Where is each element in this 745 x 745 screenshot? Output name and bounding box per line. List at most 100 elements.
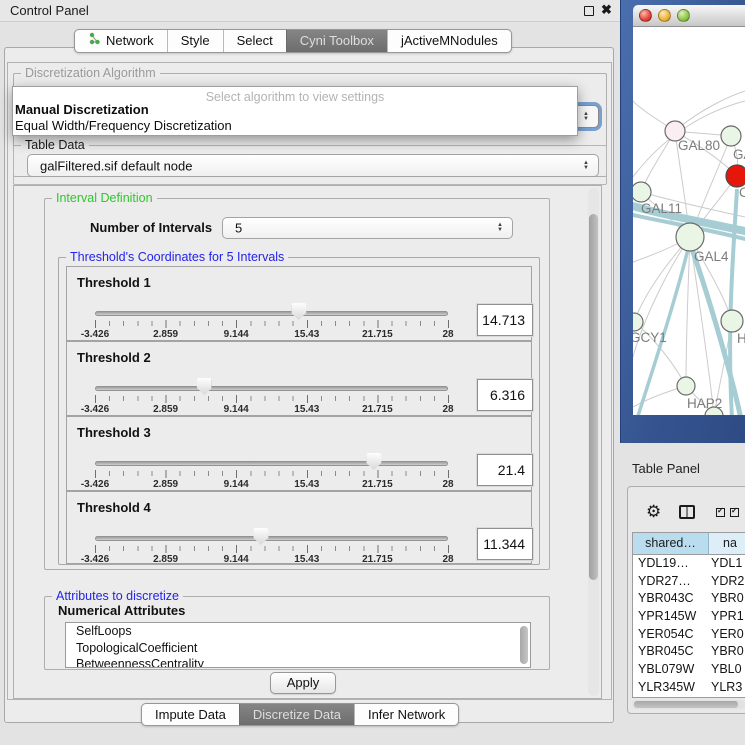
tab-discretize-data[interactable]: Discretize Data — [239, 704, 354, 725]
slider-track[interactable] — [95, 311, 448, 316]
table-row[interactable]: YBR045CYBR0 — [633, 643, 745, 661]
network-canvas[interactable]: GAL80 GA C GAL11 GAL4 GCY1 H HAP2 — [633, 27, 745, 415]
cell[interactable]: YDL1 — [709, 555, 745, 573]
cell[interactable]: YBR045C — [633, 643, 709, 661]
tab-select[interactable]: Select — [223, 30, 286, 52]
tick-label: 21.715 — [362, 329, 393, 340]
thresholds-group: Threshold's Coordinates for 5 Intervals … — [58, 257, 540, 565]
list-scrollbar[interactable] — [520, 626, 528, 664]
tab-cyni-toolbox-label: Cyni Toolbox — [300, 30, 374, 52]
threshold-2-value-field[interactable]: 6.316 — [477, 379, 533, 411]
tick-label: 9.144 — [224, 329, 249, 340]
node-label-h: H — [737, 331, 745, 346]
float-window-icon[interactable] — [584, 6, 594, 16]
table-row[interactable]: YDL19…YDL1 — [633, 555, 745, 573]
node-gal4[interactable] — [676, 223, 704, 251]
threshold-3-slider[interactable]: -3.426 2.859 9.144 15.43 21.715 28 — [95, 457, 448, 491]
cell[interactable]: YER054C — [633, 626, 709, 644]
checkbox-icon[interactable] — [716, 508, 725, 517]
tab-impute-data[interactable]: Impute Data — [142, 704, 239, 725]
tick-label: 28 — [442, 554, 453, 565]
apply-button[interactable]: Apply — [270, 672, 336, 694]
tab-jactivemnodules[interactable]: jActiveMNodules — [387, 30, 511, 52]
column-header-shared-name[interactable]: shared… — [633, 533, 709, 554]
tab-network[interactable]: Network — [75, 30, 167, 52]
threshold-3-slider-handle[interactable] — [366, 453, 381, 470]
list-item[interactable]: TopologicalCoefficient — [66, 640, 530, 657]
table-row[interactable]: YBL079WYBL0 — [633, 661, 745, 679]
cell[interactable]: YBR043C — [633, 590, 709, 608]
cell[interactable]: YDR27… — [633, 573, 709, 591]
number-of-intervals-spinner[interactable]: 5 ▲▼ — [222, 217, 513, 239]
cell[interactable]: YBR0 — [709, 643, 745, 661]
split-columns-icon[interactable] — [679, 505, 695, 519]
dropdown-option-equal-width[interactable]: Equal Width/Frequency Discretization — [13, 118, 577, 134]
cell[interactable]: YPR1 — [709, 608, 745, 626]
threshold-1-slider[interactable]: -3.426 2.859 9.144 15.43 21.715 28 — [95, 307, 448, 341]
slider-track[interactable] — [95, 461, 448, 466]
combo-arrows-icon: ▲▼ — [583, 112, 589, 122]
threshold-1-slider-handle[interactable] — [291, 303, 306, 320]
tab-style[interactable]: Style — [167, 30, 223, 52]
threshold-3-value-field[interactable]: 21.4 — [477, 454, 533, 486]
table-row[interactable]: YER054CYER0 — [633, 626, 745, 644]
table-row[interactable]: YPR145WYPR1 — [633, 608, 745, 626]
node-top-right[interactable] — [721, 126, 741, 146]
tab-style-label: Style — [181, 30, 210, 52]
table-row[interactable]: YBR043CYBR0 — [633, 590, 745, 608]
table-horizontal-scrollbar[interactable] — [632, 700, 745, 709]
combo-arrows-icon: ▲▼ — [583, 161, 589, 171]
settings-scrollbar[interactable] — [588, 188, 599, 696]
table-horizontal-scrollbar-thumb[interactable] — [634, 701, 738, 708]
cell[interactable]: YBL079W — [633, 661, 709, 679]
table-data-combobox[interactable]: galFiltered.sif default node ▲▼ — [27, 154, 599, 177]
cell[interactable]: YLR3 — [709, 679, 745, 697]
network-window-titlebar[interactable] — [633, 5, 745, 27]
cell[interactable]: YDL19… — [633, 555, 709, 573]
tab-infer-network[interactable]: Infer Network — [354, 704, 458, 725]
slider-track[interactable] — [95, 536, 448, 541]
zoom-traffic-light[interactable] — [677, 9, 690, 22]
number-of-intervals-label: Number of Intervals — [90, 220, 212, 235]
node-gal11[interactable] — [633, 182, 651, 202]
settings-scrollbar-thumb[interactable] — [589, 214, 598, 580]
threshold-2-slider-handle[interactable] — [197, 378, 212, 395]
tab-cyni-toolbox[interactable]: Cyni Toolbox — [286, 30, 387, 52]
cell[interactable]: YER0 — [709, 626, 745, 644]
cell[interactable]: YLR345W — [633, 679, 709, 697]
close-icon[interactable]: ✖ — [601, 2, 612, 18]
slider-track[interactable] — [95, 386, 448, 391]
threshold-1-value-field[interactable]: 14.713 — [477, 304, 533, 336]
column-header-name[interactable]: na — [709, 533, 745, 554]
attributes-list[interactable]: SelfLoops TopologicalCoefficient Between… — [65, 622, 531, 668]
threshold-2-slider[interactable]: -3.426 2.859 9.144 15.43 21.715 28 — [95, 382, 448, 416]
threshold-4-slider-handle[interactable] — [253, 528, 268, 545]
tick-label: 9.144 — [224, 404, 249, 415]
slider-major-ticks — [95, 320, 450, 328]
threshold-4-value-field[interactable]: 11.344 — [477, 528, 533, 560]
gear-icon[interactable]: ⚙ — [646, 502, 661, 522]
threshold-4-slider[interactable]: -3.426 2.859 9.144 15.43 21.715 28 — [95, 532, 448, 566]
table-row[interactable]: YLR345WYLR3 — [633, 679, 745, 697]
cell[interactable]: YIL052C — [633, 697, 709, 699]
node-right[interactable] — [721, 310, 743, 332]
node-hap2[interactable] — [677, 377, 695, 395]
cell[interactable]: YDR2 — [709, 573, 745, 591]
threshold-4-panel: Threshold 4 -3.426 2.859 9.144 15.43 21.… — [66, 491, 532, 564]
dropdown-placeholder-option[interactable]: Select algorithm to view settings — [13, 87, 577, 102]
slider-major-ticks — [95, 395, 450, 403]
table-row[interactable]: YDR27…YDR2 — [633, 573, 745, 591]
dropdown-option-manual-discretization[interactable]: Manual Discretization — [13, 102, 577, 118]
cell[interactable]: YIL0 — [709, 697, 745, 699]
minimize-traffic-light[interactable] — [658, 9, 671, 22]
close-traffic-light[interactable] — [639, 9, 652, 22]
cell[interactable]: YPR145W — [633, 608, 709, 626]
tick-label: -3.426 — [81, 554, 109, 565]
node-red-selected[interactable] — [726, 165, 745, 187]
table-row[interactable]: YIL052CYIL0 — [633, 697, 745, 699]
list-item[interactable]: SelfLoops — [66, 623, 530, 640]
cell[interactable]: YBL0 — [709, 661, 745, 679]
list-item[interactable]: BetweennessCentrality — [66, 656, 530, 668]
checkbox-icon[interactable] — [730, 508, 739, 517]
cell[interactable]: YBR0 — [709, 590, 745, 608]
